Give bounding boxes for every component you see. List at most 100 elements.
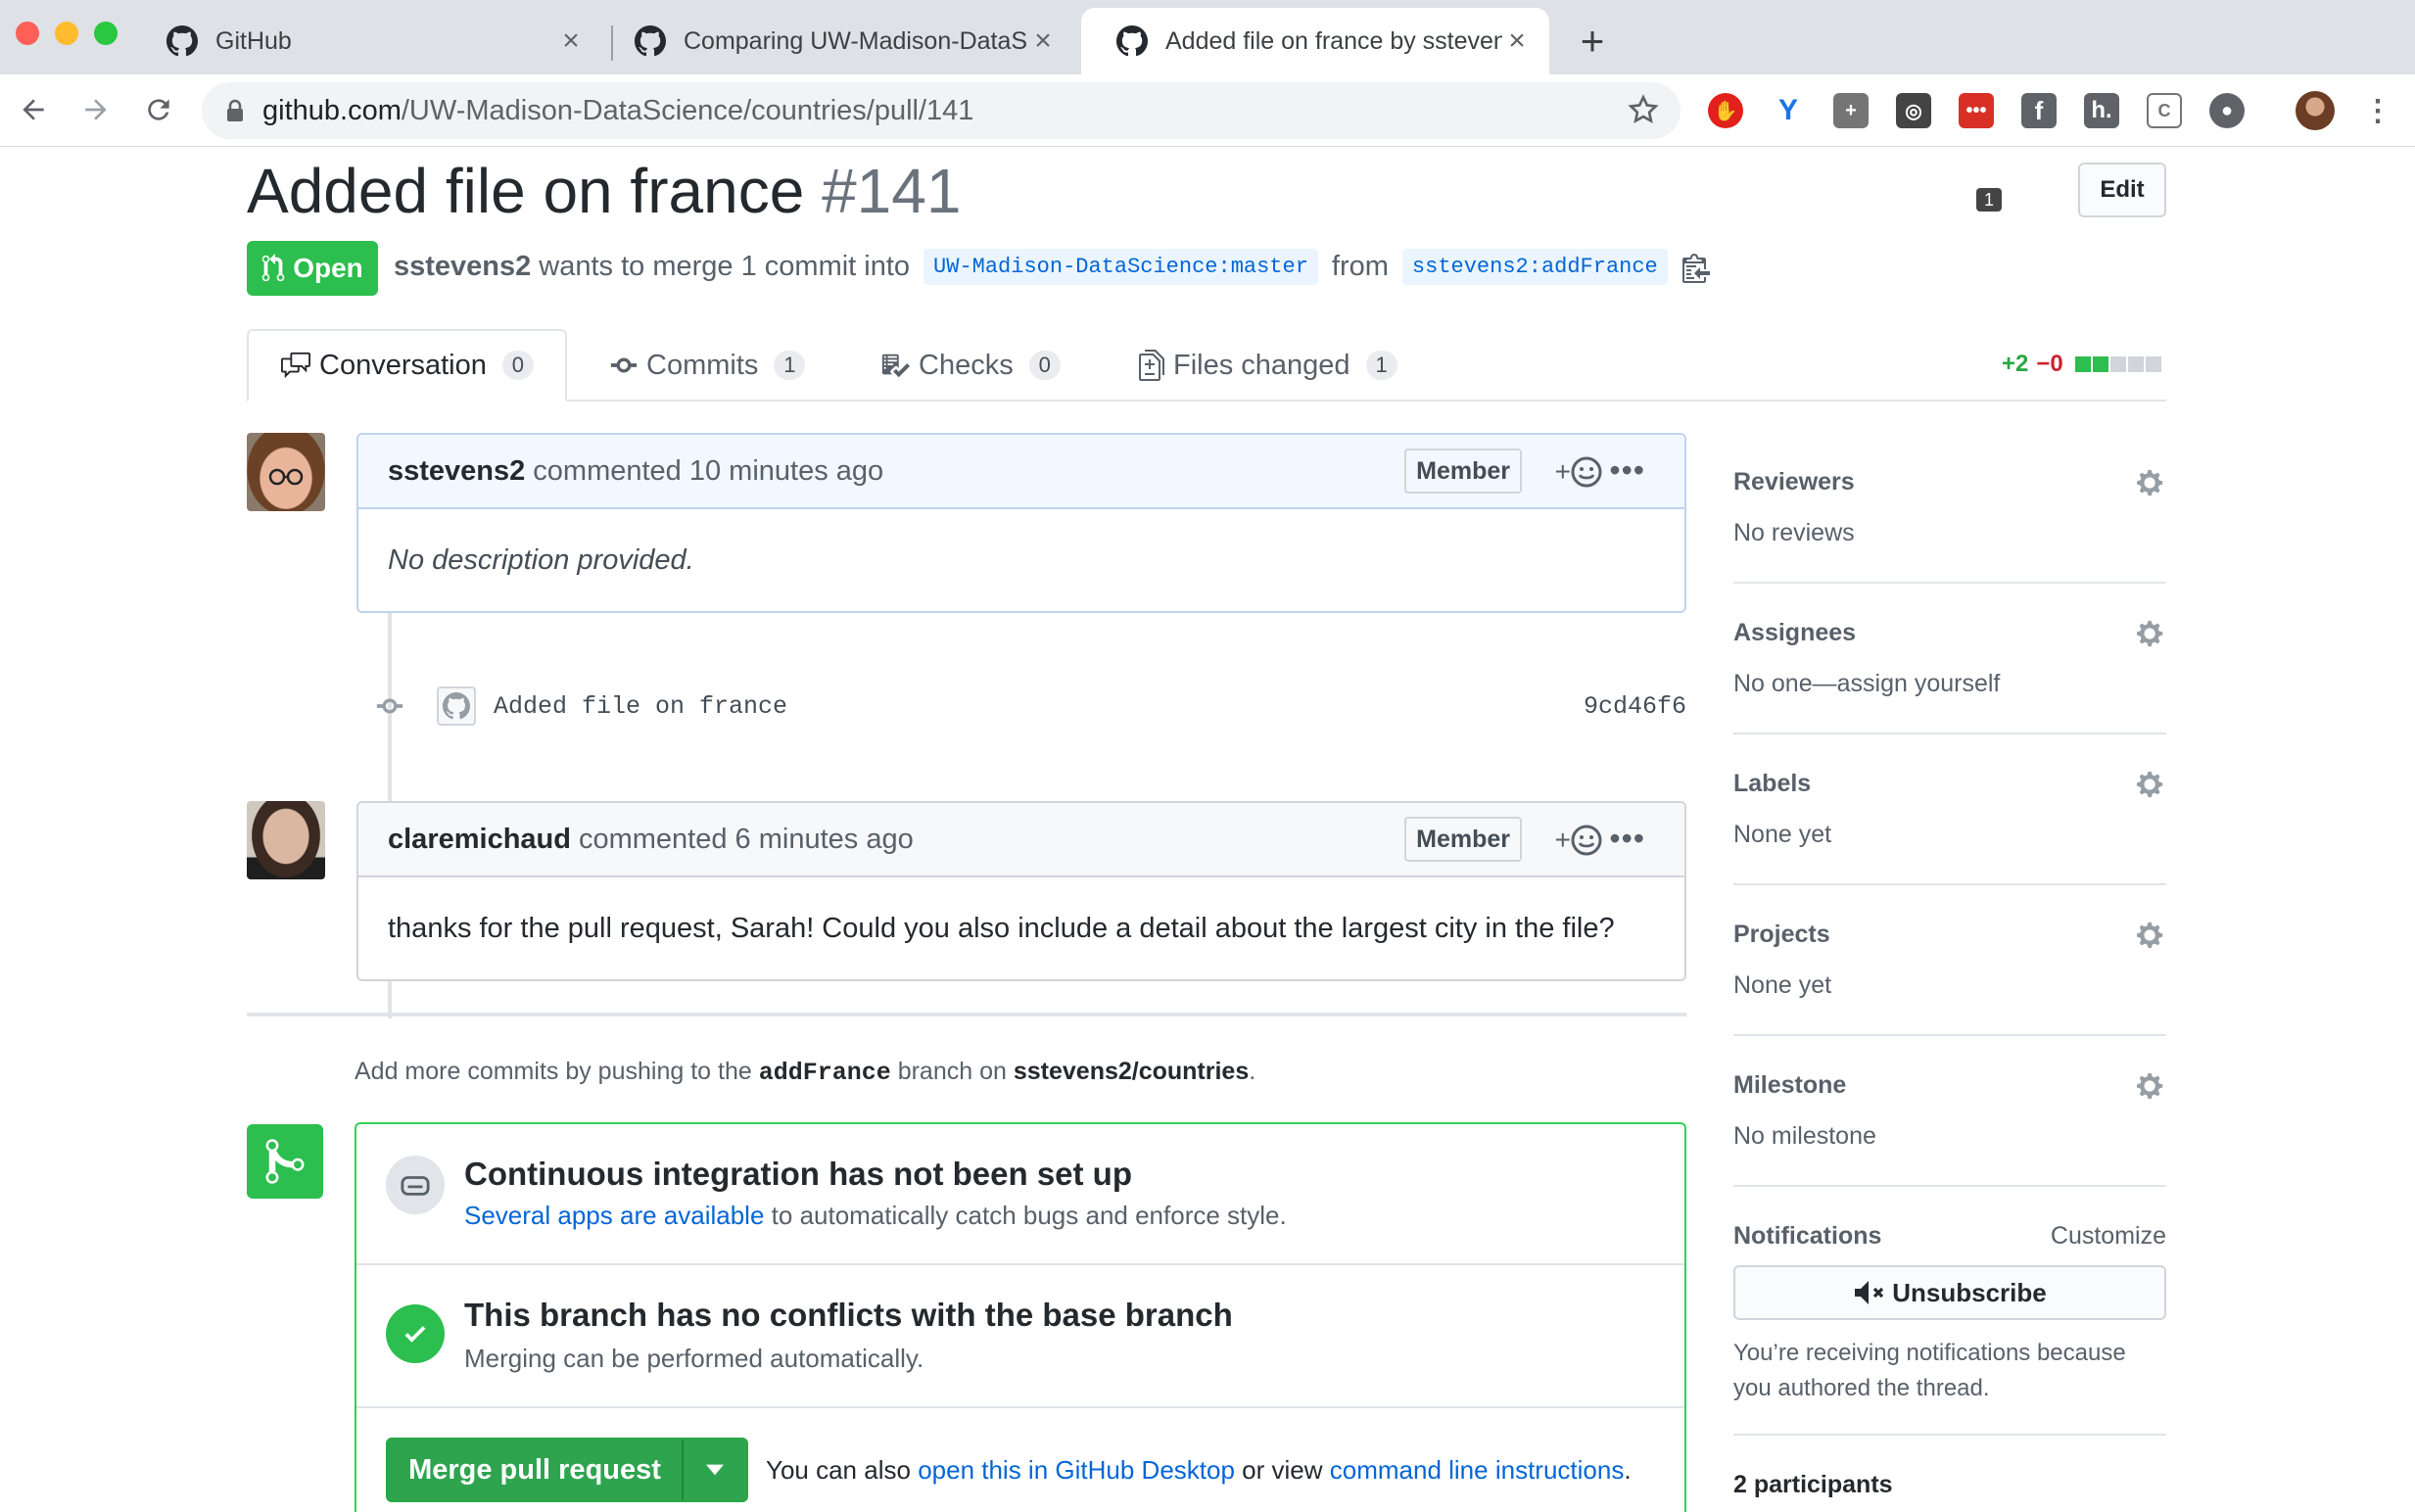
comment-options-icon[interactable]: ••• bbox=[1609, 452, 1645, 489]
address-bar[interactable]: github.com/UW-Madison-DataScience/countr… bbox=[202, 82, 1681, 139]
commit-sha[interactable]: 9cd46f6 bbox=[1584, 692, 1686, 721]
back-button[interactable] bbox=[12, 88, 55, 131]
glasses-icon bbox=[268, 468, 304, 486]
sidebar-notifications: Notifications Customize Unsubscribe You’… bbox=[1733, 1222, 2166, 1436]
ci-section: Continuous integration has not been set … bbox=[356, 1124, 1684, 1265]
apps-available-link[interactable]: Several apps are available bbox=[464, 1201, 764, 1230]
conflict-subtitle: Merging can be performed automatically. bbox=[464, 1344, 924, 1373]
hypothesis-extension-icon[interactable]: h. bbox=[2084, 93, 2119, 128]
sidebar-heading[interactable]: Reviewers bbox=[1733, 468, 1855, 496]
sidebar-heading[interactable]: Assignees bbox=[1733, 619, 1856, 647]
git-commit-icon bbox=[376, 698, 403, 714]
edit-button[interactable]: Edit bbox=[2078, 163, 2166, 217]
reload-icon bbox=[148, 99, 169, 120]
tab-commits[interactable]: Commits 1 bbox=[609, 329, 806, 402]
red-dots-extension-icon[interactable]: ••• bbox=[1959, 93, 1994, 128]
commit-message[interactable]: Added file on france bbox=[494, 692, 787, 721]
tab-checks[interactable]: Checks 0 bbox=[879, 329, 1061, 402]
reload-button[interactable] bbox=[137, 88, 180, 131]
member-badge: Member bbox=[1404, 817, 1522, 862]
github-desktop-link[interactable]: open this in GitHub Desktop bbox=[918, 1455, 1235, 1485]
comment-options-icon[interactable]: ••• bbox=[1609, 821, 1645, 857]
merge-method-dropdown[interactable] bbox=[682, 1440, 746, 1500]
browser-menu-icon[interactable]: ⋮ bbox=[2360, 93, 2395, 128]
window-close-dot[interactable] bbox=[16, 22, 39, 45]
tab-close-icon[interactable]: × bbox=[1028, 24, 1058, 58]
tab-label: Commits bbox=[646, 349, 759, 381]
from-text: from bbox=[1331, 251, 1389, 282]
avatar-sstevens2[interactable] bbox=[247, 433, 325, 511]
browser-tab-3-active[interactable]: Added file on france by ssteven × bbox=[1081, 8, 1549, 74]
diffstat-block bbox=[2109, 356, 2126, 372]
tab-title: Comparing UW-Madison-DataS bbox=[684, 26, 1028, 55]
bulb-extension-icon[interactable]: ◎ bbox=[1896, 93, 1931, 128]
avatar-claremichaud[interactable] bbox=[247, 801, 325, 879]
window-zoom-dot[interactable] bbox=[94, 22, 118, 45]
tab-counter: 1 bbox=[774, 351, 806, 380]
check-icon bbox=[404, 1326, 426, 1343]
gear-icon[interactable] bbox=[2137, 468, 2166, 497]
alt-suffix: . bbox=[1624, 1455, 1632, 1485]
diffstat-deletions: −0 bbox=[2036, 351, 2063, 377]
merge-status-icon bbox=[247, 1124, 323, 1199]
comment-timestamp[interactable]: commented 10 minutes ago bbox=[533, 455, 883, 488]
browser-tab-1[interactable]: GitHub × bbox=[131, 8, 603, 74]
merge-pull-request-button[interactable]: Merge pull request bbox=[386, 1438, 748, 1502]
browser-toolbar: github.com/UW-Madison-DataScience/countr… bbox=[0, 74, 2415, 212]
new-tab-button[interactable]: + bbox=[1571, 14, 1614, 69]
sidebar-value[interactable]: No one—assign yourself bbox=[1733, 670, 2000, 698]
diffstat-block bbox=[2092, 356, 2108, 372]
clipboard-icon[interactable] bbox=[1681, 252, 1711, 283]
comment-author[interactable]: claremichaud bbox=[388, 824, 571, 856]
hint-branch: addFrance bbox=[758, 1059, 891, 1087]
tab-close-icon[interactable]: × bbox=[556, 24, 586, 58]
unsubscribe-button[interactable]: Unsubscribe bbox=[1733, 1265, 2166, 1320]
sidebar-heading[interactable]: Projects bbox=[1733, 921, 1830, 949]
arrow-left-icon bbox=[23, 99, 44, 120]
adblock-extension-icon[interactable]: ✋ bbox=[1708, 93, 1743, 128]
window-minimize-dot[interactable] bbox=[55, 22, 78, 45]
command-line-link[interactable]: command line instructions bbox=[1330, 1455, 1625, 1485]
calendar-extension-icon[interactable]: C bbox=[2147, 93, 2182, 128]
tab-files-changed[interactable]: Files changed 1 bbox=[1138, 329, 1397, 402]
head-branch[interactable]: sstevens2:addFrance bbox=[1401, 249, 1668, 285]
bookmark-star-icon[interactable] bbox=[1628, 94, 1659, 125]
commit-author-avatar[interactable] bbox=[437, 686, 476, 726]
comment-author[interactable]: sstevens2 bbox=[388, 455, 525, 488]
sidebar-value: No reviews bbox=[1733, 519, 1855, 546]
gear-icon[interactable] bbox=[2137, 1071, 2166, 1101]
notification-reason: You’re receiving notifications because y… bbox=[1733, 1340, 2126, 1401]
facebook-extension-icon[interactable]: f bbox=[2021, 93, 2057, 128]
comment-claremichaud: claremichaud commented 6 minutes ago Mem… bbox=[356, 801, 1686, 981]
alt-mid: or view bbox=[1242, 1455, 1323, 1485]
tab-close-icon[interactable]: × bbox=[1502, 24, 1532, 58]
circle-extension-icon[interactable]: ● bbox=[2209, 93, 2245, 128]
hint-prefix: Add more commits by pushing to the bbox=[355, 1058, 752, 1085]
base-branch[interactable]: UW-Madison-DataScience:master bbox=[923, 249, 1318, 285]
pr-state-label: Open bbox=[293, 253, 363, 283]
customize-link[interactable]: Customize bbox=[2051, 1222, 2166, 1251]
forward-button[interactable] bbox=[74, 88, 118, 131]
github-icon bbox=[1116, 25, 1148, 57]
comment-timestamp[interactable]: commented 6 minutes ago bbox=[579, 824, 914, 856]
add-reaction-button[interactable]: + bbox=[1555, 456, 1602, 488]
add-reaction-button[interactable]: + bbox=[1555, 825, 1602, 856]
git-commit-icon bbox=[610, 357, 638, 373]
tab-conversation[interactable]: Conversation 0 bbox=[247, 329, 567, 402]
v-extension-icon[interactable]: Y bbox=[1771, 93, 1806, 128]
checklist-icon bbox=[881, 354, 910, 378]
pr-author-link[interactable]: sstevens2 bbox=[394, 251, 531, 283]
sidebar-value: None yet bbox=[1733, 821, 1832, 848]
caret-down-icon bbox=[706, 1464, 724, 1476]
comment-body: thanks for the pull request, Sarah! Coul… bbox=[388, 912, 1615, 944]
merge-summary: sstevens2 wants to merge 1 commit into U… bbox=[394, 249, 1711, 285]
sidebar-heading[interactable]: Labels bbox=[1733, 770, 1811, 798]
sidebar-labels: Labels None yet bbox=[1733, 770, 2166, 885]
browser-tab-2[interactable]: Comparing UW-Madison-DataS × bbox=[599, 8, 1075, 74]
gear-icon[interactable] bbox=[2137, 921, 2166, 950]
sidebar-heading[interactable]: Milestone bbox=[1733, 1071, 1846, 1100]
note-extension-icon[interactable]: + bbox=[1833, 93, 1869, 128]
gear-icon[interactable] bbox=[2137, 770, 2166, 799]
profile-avatar[interactable] bbox=[2296, 91, 2335, 130]
gear-icon[interactable] bbox=[2137, 619, 2166, 648]
